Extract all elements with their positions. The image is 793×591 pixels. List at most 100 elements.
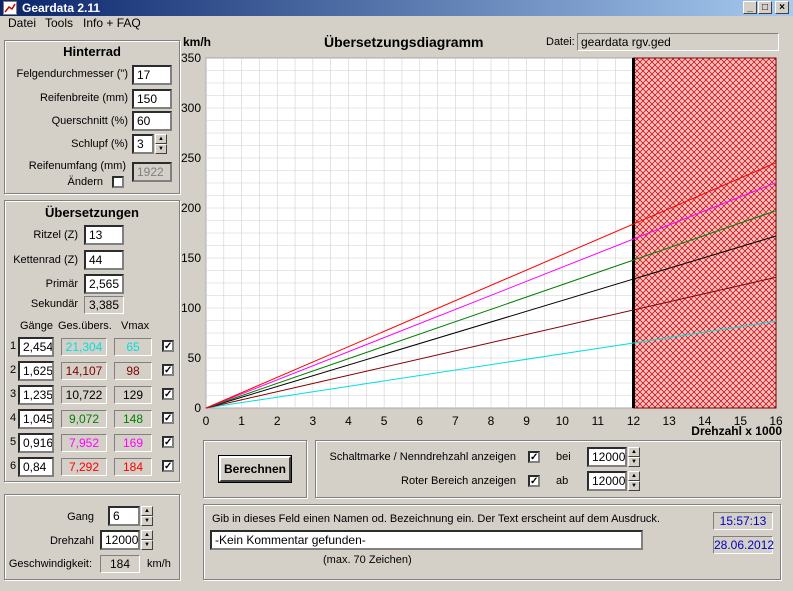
x-tick-label: 6 (416, 414, 423, 428)
comment-input[interactable]: -Kein Kommentar gefunden- (210, 530, 643, 550)
aendern-label: Ändern (67, 176, 103, 188)
gear-vmax-value: 184 (114, 458, 152, 476)
aendern-checkbox[interactable] (112, 176, 124, 188)
window-title: Geardata 2.11 (22, 1, 101, 15)
ab-input[interactable]: 12000 (587, 471, 627, 491)
berechnen-button[interactable]: Berechnen (218, 455, 292, 483)
gear-number: 6 (10, 460, 17, 472)
kette-input[interactable]: 44 (84, 250, 124, 270)
options-group (315, 440, 781, 498)
gear-total-value: 21,304 (61, 338, 107, 356)
ritzel-input[interactable]: 13 (84, 225, 124, 245)
drehzahl-spinner[interactable]: ▲ ▼ (141, 530, 153, 550)
red-zone (633, 57, 777, 409)
time-display: 15:57:13 (713, 512, 773, 530)
geschw-value: 184 (100, 555, 140, 573)
x-tick-label: 3 (310, 414, 317, 428)
umfang-input: 1922 (132, 162, 172, 182)
bei-input[interactable]: 12000 (587, 447, 627, 467)
gear-number: 3 (10, 388, 17, 400)
schlupf-label: Schlupf (%) (71, 138, 128, 150)
y-tick-label: 200 (181, 201, 201, 215)
schlupf-spinner[interactable]: ▲ ▼ (155, 134, 167, 154)
gear-visible-checkbox[interactable]: ✓ (162, 436, 174, 448)
gear-total-value: 7,952 (61, 434, 107, 452)
datei-label: Datei: (546, 36, 575, 48)
gear-ratio-input[interactable]: 1,235 (18, 385, 54, 405)
gear-ratio-input[interactable]: 1,625 (18, 361, 54, 381)
felgen-input[interactable]: 17 (132, 65, 172, 85)
x-tick-label: 7 (452, 414, 459, 428)
drehzahl-input[interactable]: 12000 (100, 530, 140, 550)
close-button[interactable]: × (775, 1, 789, 14)
geschw-unit: km/h (147, 558, 171, 570)
date-display: 28.06.2012 (713, 536, 775, 554)
gear-ratio-input[interactable]: 0,916 (18, 433, 54, 453)
y-tick-label: 50 (188, 351, 202, 365)
gear-vmax-value: 65 (114, 338, 152, 356)
gang-spinner[interactable]: ▲ ▼ (141, 506, 153, 526)
gear-visible-checkbox[interactable]: ✓ (162, 388, 174, 400)
gear-vmax-value: 169 (114, 434, 152, 452)
minimize-button[interactable]: _ (743, 1, 757, 14)
breite-input[interactable]: 150 (132, 89, 172, 109)
x-tick-label: 8 (488, 414, 495, 428)
col-ges: Ges.übers. (58, 320, 112, 332)
y-tick-label: 100 (181, 301, 201, 315)
schaltmarke-label: Schaltmarke / Nenndrehzahl anzeigen (329, 451, 516, 463)
ritzel-label: Ritzel (Z) (33, 229, 78, 241)
y-tick-label: 300 (181, 101, 201, 115)
quer-input[interactable]: 60 (132, 111, 172, 131)
gear-number: 5 (10, 436, 17, 448)
geschw-label: Geschwindigkeit: (8, 558, 92, 570)
gear-ratio-input[interactable]: 0,84 (18, 457, 54, 477)
bei-spinner[interactable]: ▲ ▼ (628, 447, 640, 467)
primaer-label: Primär (45, 278, 78, 290)
gear-total-value: 14,107 (61, 362, 107, 380)
hinterrad-title: Hinterrad (63, 44, 121, 59)
sekundaer-label: Sekundär (30, 298, 78, 310)
gear-ratio-input[interactable]: 1,045 (18, 409, 54, 429)
gear-visible-checkbox[interactable]: ✓ (162, 412, 174, 424)
roter-checkbox[interactable]: ✓ (528, 475, 540, 487)
bei-label: bei (556, 451, 571, 463)
x-tick-label: 2 (274, 414, 281, 428)
uebersetzungen-title: Übersetzungen (45, 205, 139, 220)
x-tick-label: 11 (592, 414, 605, 428)
gear-visible-checkbox[interactable]: ✓ (162, 364, 174, 376)
breite-label: Reifenbreite (mm) (39, 92, 128, 104)
menu-info[interactable]: Info + FAQ (83, 16, 141, 30)
gear-number: 4 (10, 412, 17, 424)
x-tick-label: 0 (203, 414, 210, 428)
umfang-label: Reifenumfang (mm) (28, 160, 126, 172)
title-bar: Geardata 2.11 _ □ × (0, 0, 793, 16)
primaer-input[interactable]: 2,565 (84, 274, 124, 294)
quer-label: Querschnitt (%) (51, 115, 128, 127)
y-tick-label: 150 (181, 251, 201, 265)
x-tick-label: 13 (662, 414, 676, 428)
menu-datei[interactable]: Datei (8, 16, 36, 30)
felgen-label: Felgendurchmesser (") (16, 68, 129, 80)
ab-spinner[interactable]: ▲ ▼ (628, 471, 640, 491)
menu-tools[interactable]: Tools (45, 16, 73, 30)
comment-hint: Gib in dieses Feld einen Namen od. Bezei… (212, 513, 660, 525)
gear-ratio-input[interactable]: 2,454 (18, 337, 54, 357)
gear-visible-checkbox[interactable]: ✓ (162, 340, 174, 352)
gang-label: Gang (67, 511, 94, 523)
gear-visible-checkbox[interactable]: ✓ (162, 460, 174, 472)
datei-value: geardata rgv.ged (577, 33, 779, 51)
gear-chart: 0 1 2 3 4 5 6 7 8 9 10 11 12 13 14 15 16 050100150200250… (181, 51, 783, 438)
gear-vmax-value: 129 (114, 386, 152, 404)
maximize-button[interactable]: □ (758, 1, 772, 14)
roter-label: Roter Bereich anzeigen (401, 475, 516, 487)
gang-input[interactable]: 6 (108, 506, 140, 526)
x-tick-label: 12 (627, 414, 641, 428)
chart-title: Übersetzungsdiagramm (324, 34, 484, 50)
gear-total-value: 9,072 (61, 410, 107, 428)
x-tick-label: 5 (381, 414, 388, 428)
schlupf-input[interactable]: 3 (132, 134, 154, 154)
app-icon (3, 1, 17, 15)
schaltmarke-checkbox[interactable]: ✓ (528, 451, 540, 463)
y-tick-label: 350 (181, 51, 201, 65)
gear-total-value: 7,292 (61, 458, 107, 476)
